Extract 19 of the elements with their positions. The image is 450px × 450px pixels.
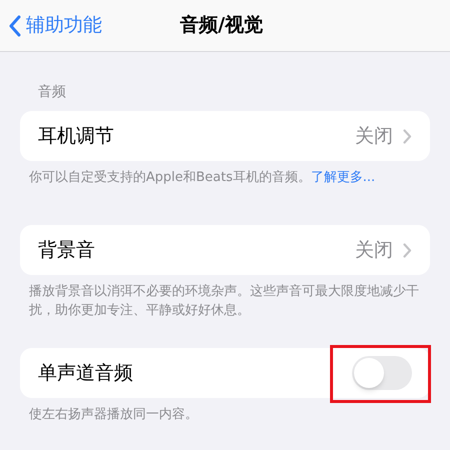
row-value: 关闭	[355, 124, 393, 149]
settings-row[interactable]: 单声道音频	[20, 348, 430, 398]
footer-note: 你可以自定受支持的Apple和Beats耳机的音频。了解更多...	[28, 169, 376, 187]
chevron-right-icon	[403, 128, 412, 144]
page-title: 音频/视觉	[180, 13, 263, 38]
settings-row[interactable]: 背景音 关闭	[20, 225, 430, 275]
row-label: 背景音	[38, 238, 96, 263]
row-label: 单声道音频	[38, 360, 134, 386]
toggle-switch[interactable]	[352, 356, 412, 390]
footer-note: 播放背景音以消弭不必要的环境杂声。这些声音可最大限度地减少干扰，助你更加专注、平静或好好休息。	[28, 283, 420, 320]
row-value: 关闭	[355, 238, 393, 263]
chevron-left-icon	[8, 14, 22, 36]
chevron-right-icon	[403, 242, 412, 258]
settings-row[interactable]: 耳机调节 关闭	[20, 111, 430, 161]
section-header: 音频	[37, 83, 67, 102]
row-label: 耳机调节	[38, 124, 115, 149]
footer-note: 使左右扬声器播放同一内容。	[28, 406, 199, 424]
learn-more-link[interactable]: 了解更多...	[310, 170, 376, 185]
back-button[interactable]: 辅助功能	[0, 11, 102, 40]
